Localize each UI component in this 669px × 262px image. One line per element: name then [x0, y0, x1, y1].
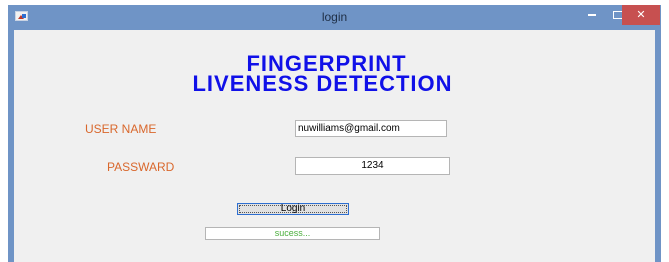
window-title: login	[321, 10, 348, 24]
username-field[interactable]: nuwilliams@gmail.com	[295, 120, 447, 137]
password-field[interactable]: 1234	[295, 157, 450, 175]
minimize-icon	[588, 14, 596, 16]
heading-line-2: LIVENESS DETECTION	[192, 71, 453, 96]
login-button-label: Login	[239, 204, 347, 214]
username-label: USER NAME	[85, 122, 157, 136]
status-field: sucess...	[205, 227, 380, 240]
close-button[interactable]: ✕	[622, 5, 660, 25]
login-window: login ✕ FINGERPRINT LIVENESS DETECTION U…	[8, 5, 661, 262]
title-bar[interactable]: login ✕	[8, 5, 661, 30]
close-icon: ✕	[636, 8, 646, 21]
minimize-button[interactable]	[579, 5, 605, 25]
client-area: FINGERPRINT LIVENESS DETECTION USER NAME…	[14, 30, 655, 262]
password-label: PASSWARD	[107, 160, 175, 174]
login-button[interactable]: Login	[237, 203, 349, 215]
